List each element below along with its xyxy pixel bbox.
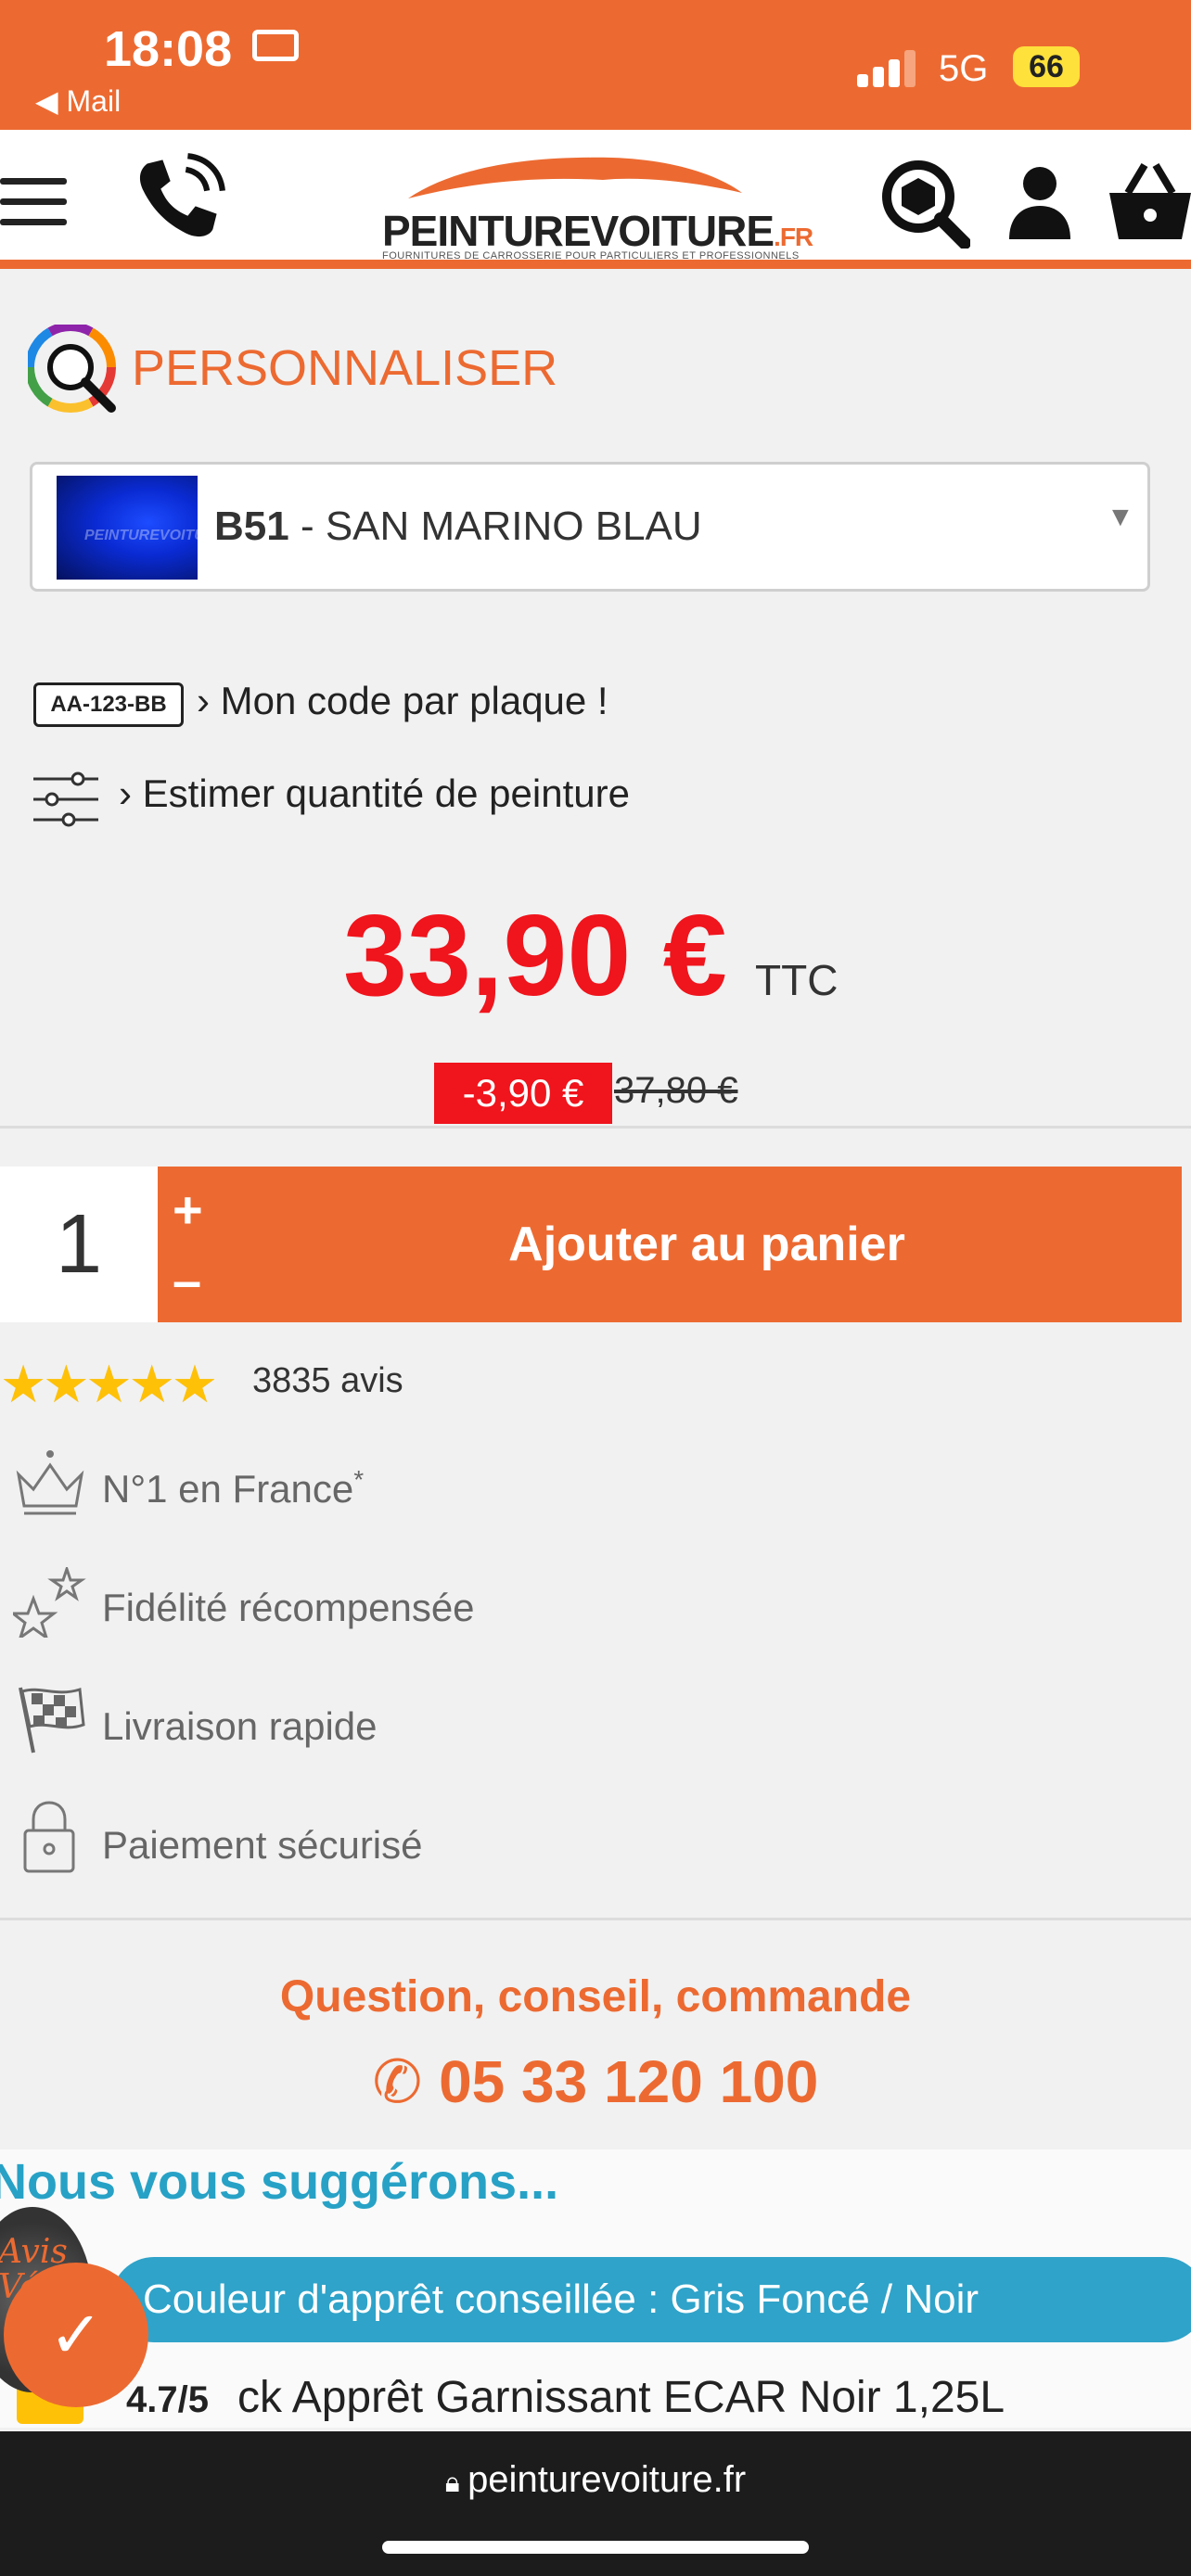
- home-indicator[interactable]: [382, 2541, 809, 2554]
- feature-number-one: N°1 en France*: [102, 1465, 364, 1511]
- status-time: 18:08: [104, 21, 233, 77]
- add-to-cart-button[interactable]: + – Ajouter au panier: [158, 1167, 1182, 1322]
- add-to-cart-label: Ajouter au panier: [508, 1218, 905, 1271]
- site-header: PEINTUREVOITURE.FR FOURNITURES DE CARROS…: [0, 130, 1191, 269]
- account-icon[interactable]: [1005, 165, 1074, 239]
- review-count-link[interactable]: 3835 avis: [252, 1361, 403, 1401]
- signal-icon: [857, 50, 916, 87]
- plate-code-link[interactable]: › Mon code par plaque !: [197, 679, 608, 723]
- phone-number: 05 33 120 100: [439, 2048, 819, 2115]
- old-price: 37,80 €: [614, 1070, 738, 1111]
- product-rating: 4.7/5: [126, 2379, 209, 2420]
- discount-badge: -3,90 €: [434, 1063, 612, 1124]
- crown-icon: [16, 1450, 84, 1515]
- price-tax-label: TTC: [755, 956, 839, 1004]
- color-search-icon[interactable]: [877, 156, 970, 249]
- color-swatch: PEINTUREVOITURE.fr: [57, 476, 240, 580]
- color-name: - SAN MARINO BLAU: [288, 504, 702, 549]
- phone-number-link[interactable]: ✆ 05 33 120 100: [0, 2047, 1191, 2117]
- browser-url-bar[interactable]: 🔒︎ peinturevoiture.fr: [0, 2459, 1191, 2501]
- selected-color-label: B51 - SAN MARINO BLAU: [214, 504, 702, 550]
- phone-call-icon[interactable]: [130, 150, 226, 247]
- sliders-icon: [33, 772, 98, 827]
- logo-main-text: PEINTUREVOITURE: [382, 207, 775, 255]
- rating-stars-filled: ★★★★★: [0, 1355, 217, 1413]
- quantity-value[interactable]: 1: [0, 1167, 158, 1322]
- feature-loyalty: Fidélité récompensée: [102, 1586, 475, 1629]
- current-price: 33,90 €: [343, 892, 727, 1020]
- lock-icon: 🔒︎: [444, 2468, 468, 2498]
- chevron-down-icon: ▼: [1107, 502, 1134, 532]
- network-type: 5G: [939, 48, 989, 89]
- feature-fast-delivery: Livraison rapide: [102, 1704, 378, 1748]
- phone-icon: ✆: [372, 2048, 440, 2115]
- logo-car-swoosh: [408, 157, 742, 198]
- product-title-link[interactable]: ck Apprêt Garnissant ECAR Noir 1,25L: [237, 2372, 1005, 2423]
- url-text: peinturevoiture.fr: [467, 2459, 747, 2500]
- back-to-mail-link[interactable]: ◀ Mail: [35, 83, 121, 119]
- suggestions-title: Nous vous suggérons...: [0, 2154, 559, 2210]
- chat-check-button[interactable]: ✓: [4, 2263, 148, 2407]
- contact-section: [0, 1923, 1191, 2151]
- status-bar: 18:08 ◀ Mail 5G 66: [0, 0, 1191, 130]
- site-logo[interactable]: PEINTUREVOITURE.FR: [382, 206, 813, 256]
- footnote-mark: *: [353, 1465, 365, 1494]
- browser-bottom-bar: [0, 2431, 1191, 2576]
- decrease-quantity-button[interactable]: –: [173, 1250, 201, 1310]
- checkered-flag-icon: [19, 1687, 85, 1753]
- screen-icon: [252, 30, 299, 61]
- stars-reward-icon: [13, 1567, 86, 1638]
- primer-recommendation-banner[interactable]: Couleur d'apprêt conseillée : Gris Foncé…: [111, 2257, 1191, 2342]
- license-plate-badge: AA-123-BB: [33, 682, 184, 727]
- estimate-paint-label: Estimer quantité de peinture: [142, 772, 630, 815]
- feature-secure-payment: Paiement sécurisé: [102, 1823, 423, 1867]
- divider: [0, 1918, 1191, 1920]
- menu-icon[interactable]: [0, 178, 67, 226]
- increase-quantity-button[interactable]: +: [173, 1180, 203, 1240]
- logo-tld: .FR: [774, 223, 813, 251]
- padlock-icon: [23, 1801, 75, 1873]
- plate-code-label: Mon code par plaque !: [220, 679, 608, 722]
- contact-question: Question, conseil, commande: [279, 1972, 912, 2021]
- feature-number-one-label: N°1 en France: [102, 1467, 354, 1511]
- battery-level: 66: [1013, 46, 1080, 87]
- basket-icon[interactable]: [1109, 161, 1191, 239]
- rating-stars[interactable]: ★★★★★ ★★★★★: [0, 1354, 241, 1413]
- estimate-paint-link[interactable]: › Estimer quantité de peinture: [119, 772, 630, 816]
- logo-tagline: FOURNITURES DE CARROSSERIE POUR PARTICUL…: [382, 250, 800, 261]
- color-wheel-search-icon: [28, 325, 116, 413]
- color-code: B51: [214, 504, 289, 549]
- personalize-title: PERSONNALISER: [132, 340, 558, 396]
- color-select[interactable]: PEINTUREVOITURE.fr B51 - SAN MARINO BLAU…: [30, 462, 1150, 592]
- divider: [0, 1126, 1191, 1129]
